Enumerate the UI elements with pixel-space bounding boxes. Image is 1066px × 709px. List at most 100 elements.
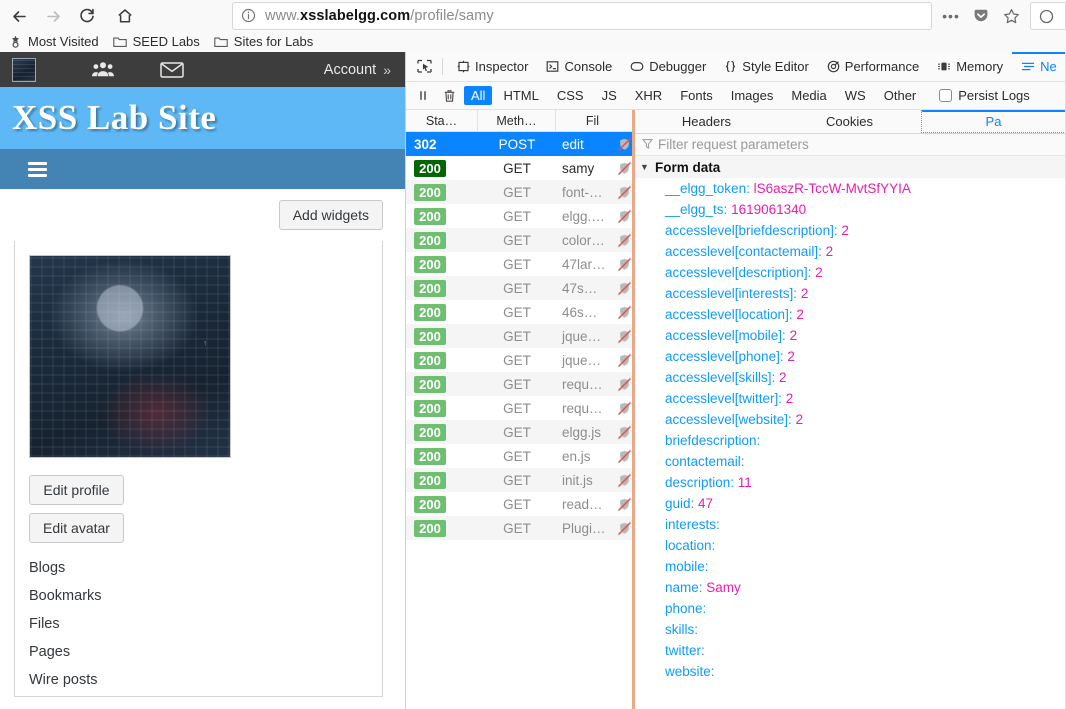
filter-chip-all[interactable]: All — [464, 86, 493, 105]
profile-action-buttons: Edit profile Edit avatar — [29, 475, 382, 543]
filter-chip-css[interactable]: CSS — [550, 86, 591, 105]
profile-link-wire-posts[interactable]: Wire posts — [29, 672, 382, 688]
tab-network[interactable]: Ne — [1012, 52, 1066, 81]
table-row[interactable]: 200 GET color… — [406, 228, 632, 252]
bookmark-star-icon[interactable] — [996, 2, 1026, 30]
table-row[interactable]: 200 GET 47s… — [406, 276, 632, 300]
bookmark-sites-for-labs[interactable]: Sites for Labs — [214, 34, 313, 49]
envelope-icon[interactable] — [160, 52, 184, 87]
profile-link-blogs[interactable]: Blogs — [29, 560, 382, 576]
column-header-method[interactable]: Meth… — [478, 109, 556, 132]
overflow-panel-cutoff[interactable] — [1030, 2, 1066, 30]
detail-tab-headers[interactable]: Headers — [635, 110, 778, 133]
filter-chip-js[interactable]: JS — [595, 86, 624, 105]
tab-label: Debugger — [649, 59, 707, 74]
filter-chip-other[interactable]: Other — [877, 86, 924, 105]
shield-slash-icon — [616, 377, 632, 391]
param-key: accesslevel[contactemail]: — [665, 244, 822, 259]
bookmark-most-visited[interactable]: Most Visited — [8, 34, 99, 49]
table-row[interactable]: 200 GET requ… — [406, 372, 632, 396]
tab-inspector[interactable]: Inspector — [448, 52, 537, 81]
table-row[interactable]: 200 GET elgg.… — [406, 204, 632, 228]
table-row[interactable]: 200 GET elgg.js — [406, 420, 632, 444]
tab-style-editor[interactable]: Style Editor — [715, 52, 817, 81]
detail-tab-params[interactable]: Pa — [921, 110, 1066, 133]
request-file: elgg.… — [562, 208, 605, 224]
request-file: edit — [562, 136, 584, 152]
table-row[interactable]: 302 POST edit — [406, 132, 632, 156]
tab-console[interactable]: Console — [537, 52, 621, 81]
persist-logs-toggle[interactable]: Persist Logs — [939, 88, 1030, 103]
address-bar[interactable]: www.xsslabelgg.com/profile/samy — [232, 2, 932, 30]
detail-tab-cookies[interactable]: Cookies — [778, 110, 921, 133]
hamburger-menu-icon[interactable] — [28, 161, 47, 177]
reload-button[interactable] — [72, 1, 102, 31]
table-row[interactable]: 200 GET en.js — [406, 444, 632, 468]
bookmark-seed-labs[interactable]: SEED Labs — [113, 34, 200, 49]
request-file: requ… — [562, 400, 603, 416]
status-badge: 200 — [406, 519, 478, 537]
table-row[interactable]: 200 GET read… — [406, 492, 632, 516]
profile-link-files[interactable]: Files — [29, 616, 382, 632]
table-row[interactable]: 200 GET font-… — [406, 180, 632, 204]
braces-icon — [724, 60, 737, 73]
filter-chip-ws[interactable]: WS — [838, 86, 873, 105]
profile-link-bookmarks[interactable]: Bookmarks — [29, 588, 382, 604]
filter-chip-html[interactable]: HTML — [496, 86, 545, 105]
table-row[interactable]: 200 GET init.js — [406, 468, 632, 492]
param-value: 1619061340 — [727, 202, 807, 217]
param-key: accesslevel[phone]: — [665, 349, 784, 364]
add-widgets-button[interactable]: Add widgets — [278, 200, 383, 230]
account-menu[interactable]: Account » — [324, 62, 395, 78]
param-filter-row[interactable]: Filter request parameters — [635, 134, 1066, 156]
form-data-param: __elgg_ts: 1619061340 — [635, 202, 1066, 223]
request-method: GET — [503, 448, 531, 464]
users-group-icon[interactable] — [92, 52, 114, 87]
chevron-down-icon[interactable]: ▼ — [639, 162, 650, 172]
profile-link-pages[interactable]: Pages — [29, 644, 382, 660]
element-picker-icon[interactable] — [411, 56, 437, 78]
edit-profile-button[interactable]: Edit profile — [29, 475, 124, 505]
table-row[interactable]: 200 GET jque… — [406, 348, 632, 372]
param-filter-placeholder: Filter request parameters — [658, 137, 809, 152]
forward-button[interactable] — [38, 1, 68, 31]
form-data-param: accesslevel[contactemail]: 2 — [635, 244, 1066, 265]
form-data-param: accesslevel[twitter]: 2 — [635, 391, 1066, 412]
form-data-param: accesslevel[mobile]: 2 — [635, 328, 1066, 349]
param-value: 2 — [775, 370, 787, 385]
filter-chip-images[interactable]: Images — [724, 86, 781, 105]
pocket-icon[interactable] — [966, 2, 996, 30]
param-key: description: — [665, 475, 735, 490]
form-data-param: description: 11 — [635, 475, 1066, 496]
tab-memory[interactable]: Memory — [928, 52, 1012, 81]
param-value: 11 — [734, 475, 752, 490]
table-row[interactable]: 200 GET Plugi… — [406, 516, 632, 540]
persist-logs-checkbox[interactable] — [939, 89, 953, 102]
trash-icon[interactable] — [438, 86, 460, 106]
column-header-file[interactable]: Fil — [556, 110, 629, 132]
table-row[interactable]: 200 GET samy — [406, 156, 632, 180]
home-button[interactable] — [110, 1, 140, 31]
form-data-section-header[interactable]: ▼ Form data — [635, 156, 1066, 178]
filter-chip-xhr[interactable]: XHR — [628, 86, 669, 105]
table-row[interactable]: 200 GET jque… — [406, 324, 632, 348]
tab-debugger[interactable]: Debugger — [621, 52, 715, 81]
table-row[interactable]: 200 GET 47lar… — [406, 252, 632, 276]
tab-label: Ne — [1040, 59, 1057, 74]
table-row[interactable]: 200 GET requ… — [406, 396, 632, 420]
filter-chip-fonts[interactable]: Fonts — [673, 86, 720, 105]
tab-performance[interactable]: Performance — [818, 52, 928, 81]
param-value: 2 — [783, 349, 795, 364]
status-badge: 200 — [406, 495, 478, 513]
table-row[interactable]: 200 GET 46s… — [406, 300, 632, 324]
edit-avatar-button[interactable]: Edit avatar — [29, 513, 124, 543]
info-circle-icon[interactable] — [241, 8, 257, 24]
filter-chip-media[interactable]: Media — [784, 86, 833, 105]
topbar-avatar[interactable] — [10, 52, 36, 87]
page-actions-button[interactable]: ••• — [936, 2, 966, 30]
pause-icon[interactable] — [412, 86, 434, 106]
column-header-status[interactable]: Sta… — [406, 109, 478, 132]
back-button[interactable] — [4, 1, 34, 31]
request-file: color… — [562, 232, 605, 248]
network-request-list[interactable]: Sta… Meth… Fil 302 POST edit 200 GET samy 200 G… — [406, 109, 632, 709]
